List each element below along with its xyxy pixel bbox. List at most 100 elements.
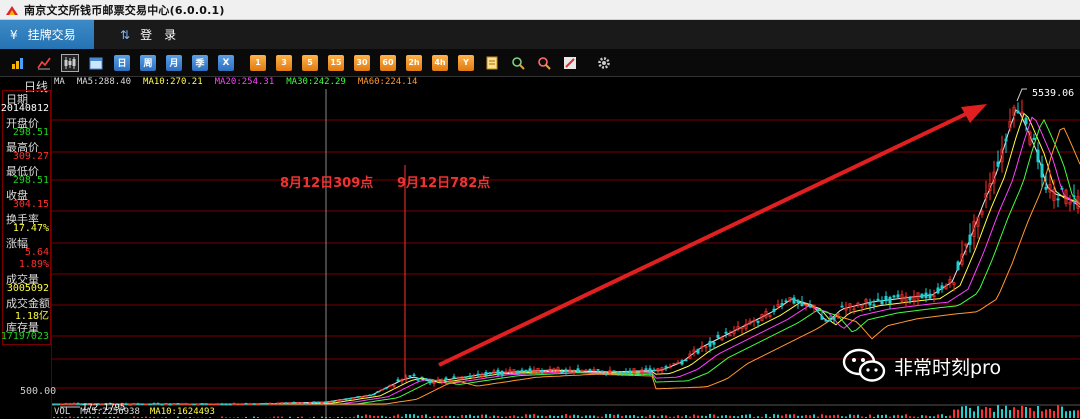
candle-body [332,400,336,403]
candle-body [360,396,364,399]
candle-body [636,372,640,375]
volume-bar [517,416,519,418]
volume-bar [1013,407,1015,418]
line-chart-icon[interactable] [36,55,52,71]
candle-body [956,261,960,271]
volume-bar [557,415,559,418]
volume-bar [505,416,507,418]
year-button[interactable]: Y [458,54,474,71]
volume-bar [969,407,971,418]
candle-body [344,398,348,401]
period-custom-button[interactable]: X [218,54,234,71]
volume-bar [793,414,795,418]
candle-body [312,401,316,404]
watermark-text: 非常时刻pro [894,357,1002,379]
volume-bar [397,414,399,418]
volume-bar [613,414,615,418]
calendar-icon[interactable] [88,55,104,71]
period-day-button[interactable]: 日 [114,54,130,71]
period-month-button[interactable]: 月 [166,54,182,71]
volume-bar [945,415,947,418]
volume-bar [1053,410,1055,418]
peak-label: 5539.06 [1032,88,1074,99]
volume-bar [781,415,783,418]
notes-icon[interactable] [484,55,500,71]
volume-bar [533,414,535,418]
candle-body [148,403,152,406]
hour-4-button[interactable]: 4h [432,54,448,71]
minute-1-button[interactable]: 1 [250,54,266,71]
candle-body [792,297,796,304]
volume-bar [641,416,643,418]
volume-bar [469,414,471,418]
volume-bar [957,409,959,418]
volume-bar [481,414,483,418]
candle-body [252,403,256,405]
peak-leader [1016,88,1027,102]
app-logo-icon [4,3,20,17]
tab-login[interactable]: ⇅ 登 录 [106,20,190,49]
zoom-in-icon[interactable] [510,55,526,71]
ma-legend: MA MA5:288.40 MA10:270.21 MA20:254.31 MA30:2… [52,77,417,89]
volume-bar [737,416,739,418]
volume-bar [977,406,979,418]
candlestick-icon[interactable] [61,53,79,72]
candle-body [652,369,656,372]
transfer-icon: ⇅ [120,27,131,42]
volume-bar [541,415,543,418]
minute-15-button[interactable]: 15 [328,54,344,71]
hour-2-button[interactable]: 2h [406,54,422,71]
volume-bar [937,414,939,418]
candle-body [520,369,524,373]
period-week-button[interactable]: 周 [140,54,156,71]
volume-bar [625,415,627,418]
candle-body [368,394,372,397]
candle-body [1004,138,1008,142]
volume-bar [761,416,763,418]
panel-value: 309.27 [12,151,49,162]
volume-bar [477,415,479,418]
bar-chart-icon[interactable] [10,55,26,71]
candle-body [284,402,288,405]
candle-body [808,305,812,308]
candle-body [140,403,144,406]
candle-body [828,318,832,321]
volume-bar [669,416,671,418]
volume-bar [521,416,523,418]
volume-bar [1073,410,1075,418]
candle-body [264,402,268,405]
candle-body [940,285,944,290]
candle-body [168,403,172,406]
candle-body [664,366,668,368]
minute-3-button[interactable]: 3 [276,54,292,71]
period-quarter-button[interactable]: 季 [192,54,208,71]
candle-body [868,302,872,306]
minute-5-button[interactable]: 5 [302,54,318,71]
volume-bar [421,415,423,418]
volume-bar [849,414,851,418]
zoom-out-icon[interactable] [536,55,552,71]
minute-30-button[interactable]: 30 [354,54,370,71]
volume-bar [621,415,623,418]
settings-gear-icon[interactable] [596,55,612,71]
volume-bar [905,414,907,418]
candle-body [1072,195,1076,198]
volume-bar [865,416,867,418]
candle-body [840,305,844,308]
candle-body [712,342,716,345]
candle-body [996,161,1000,167]
volume-bar [681,416,683,418]
draw-tool-icon[interactable] [562,55,578,71]
minute-60-button[interactable]: 60 [380,54,396,71]
volume-bar [765,414,767,418]
candle-body [292,401,296,404]
tab-listed-trading[interactable]: ¥ 挂牌交易 [0,20,94,49]
annotation-sep12: 9月12日782点 [397,176,491,191]
candle-body [500,370,504,376]
legend-entry: MA20:254.31 [214,77,275,87]
volume-bar [741,415,743,418]
candle-body [220,403,224,406]
candle-body [156,402,160,405]
volume-bar [837,414,839,418]
candle-body [724,331,728,334]
